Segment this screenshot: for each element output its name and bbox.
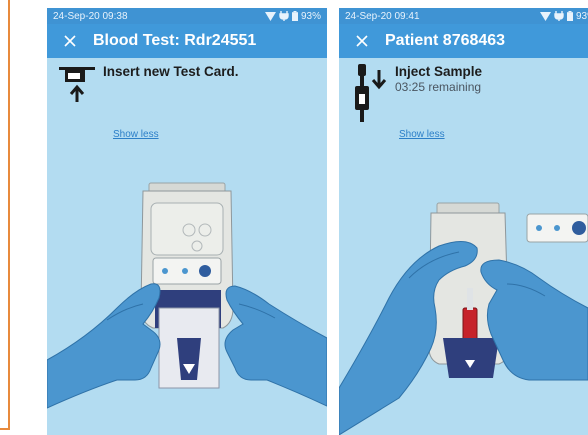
phone-screen-blood-test: 24-Sep-20 09:38 93% Blood Test: Rdr24551…	[47, 8, 327, 435]
insert-card-illustration	[47, 182, 327, 409]
phone-screen-patient: 24-Sep-20 09:41 93% Patient 8768463 Inje…	[339, 8, 588, 435]
orange-frame	[0, 0, 10, 430]
inject-sample-illustration	[339, 202, 588, 435]
